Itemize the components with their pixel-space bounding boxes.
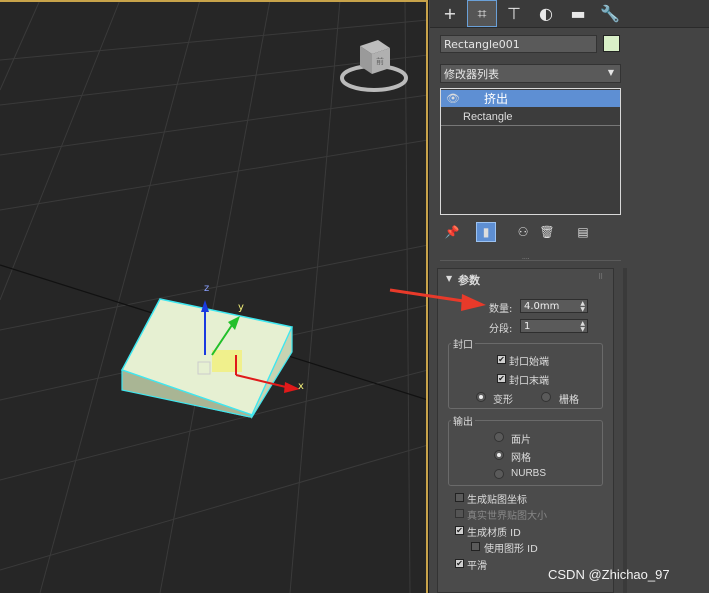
grid-radio[interactable] bbox=[541, 392, 551, 402]
real-world-checkbox[interactable] bbox=[455, 509, 464, 518]
remove-modifier-button[interactable]: 🗑 bbox=[537, 222, 557, 242]
nurbs-label: NURBS bbox=[511, 468, 547, 479]
object-color-swatch[interactable] bbox=[603, 35, 620, 52]
modify-icon: ⌗ bbox=[477, 3, 487, 23]
capping-group-title: 封口 bbox=[451, 336, 475, 351]
spinner-arrows-icon[interactable]: ▲ ▼ bbox=[580, 321, 585, 333]
gen-mapping-label: 生成贴图坐标 bbox=[467, 495, 527, 506]
output-group-title: 输出 bbox=[451, 413, 475, 428]
modifier-list-dropdown[interactable]: 修改器列表 ▼ bbox=[440, 64, 621, 83]
configure-modifier-sets-button[interactable]: ▤ bbox=[573, 222, 593, 242]
cap-end-checkbox[interactable]: ✔ bbox=[497, 374, 506, 383]
tab-modify[interactable]: ⌗ bbox=[467, 0, 497, 27]
segments-spinner[interactable]: 1 ▲ ▼ bbox=[520, 319, 588, 333]
cap-start-checkbox[interactable]: ✔ bbox=[497, 355, 506, 364]
tab-motion[interactable]: ◐ bbox=[531, 0, 561, 27]
axis-x-label: x bbox=[298, 381, 304, 392]
eye-icon[interactable]: 👁 bbox=[446, 92, 460, 105]
perspective-viewport[interactable]: z y x 前 bbox=[0, 0, 429, 593]
modifier-list-label: 修改器列表 bbox=[444, 67, 499, 81]
segments-value: 1 bbox=[524, 320, 531, 332]
rollout-collapse-icon[interactable]: ▼ bbox=[446, 274, 452, 283]
grid-label: 栅格 bbox=[559, 395, 579, 406]
make-unique-button[interactable]: ⚇ bbox=[513, 222, 533, 242]
modifier-stack: 👁 挤出 Rectangle bbox=[440, 88, 621, 215]
gen-mapping-checkbox[interactable] bbox=[455, 493, 464, 502]
configure-icon: ▤ bbox=[577, 225, 589, 239]
pin-icon: 📌 bbox=[444, 225, 460, 239]
real-world-label: 真实世界贴图大小 bbox=[467, 511, 547, 522]
motion-icon: ◐ bbox=[539, 4, 553, 23]
mesh-label: 网格 bbox=[511, 453, 531, 464]
utilities-icon: 🔧 bbox=[600, 4, 620, 23]
patch-label: 面片 bbox=[511, 435, 531, 446]
object-name-input[interactable]: Rectangle001 bbox=[440, 35, 597, 53]
mesh-radio[interactable] bbox=[494, 450, 504, 460]
modifier-stack-item-rectangle[interactable]: Rectangle bbox=[441, 108, 620, 126]
panel-resize-handle[interactable]: ···· bbox=[522, 257, 536, 263]
watermark: CSDN @Zhichao_97 bbox=[548, 567, 670, 582]
viewport-active-border-right bbox=[426, 0, 428, 593]
pin-stack-button[interactable]: 📌 bbox=[442, 222, 462, 242]
plus-icon: + bbox=[443, 4, 457, 23]
gen-mat-id-checkbox[interactable]: ✔ bbox=[455, 526, 464, 535]
rollout-title[interactable]: 参数 bbox=[458, 272, 480, 288]
viewcube-icon bbox=[340, 40, 408, 92]
modifier-stack-item-extrude[interactable]: 👁 挤出 bbox=[441, 90, 620, 107]
show-end-result-button[interactable]: ▮ bbox=[476, 222, 496, 242]
show-end-result-icon: ▮ bbox=[482, 225, 490, 239]
amount-label: 数量: bbox=[489, 304, 513, 315]
morph-radio[interactable] bbox=[476, 392, 486, 402]
make-unique-icon: ⚇ bbox=[517, 225, 529, 239]
use-shape-id-label: 使用图形 ID bbox=[484, 544, 538, 555]
amount-spinner[interactable]: 4.0mm ▲ ▼ bbox=[520, 299, 588, 313]
spinner-arrows-icon[interactable]: ▲ ▼ bbox=[580, 301, 585, 313]
tab-display[interactable]: ▬ bbox=[563, 0, 593, 27]
segments-label: 分段: bbox=[489, 324, 513, 335]
command-panel-tabs: + ⌗ ⊤ ◐ ▬ 🔧 bbox=[430, 0, 709, 28]
modifier-stack-item-label: 挤出 bbox=[484, 92, 509, 106]
amount-value: 4.0mm bbox=[524, 300, 560, 312]
patch-radio[interactable] bbox=[494, 432, 504, 442]
use-shape-id-checkbox[interactable] bbox=[471, 542, 480, 551]
modifier-stack-item-label: Rectangle bbox=[463, 110, 513, 123]
nurbs-radio[interactable] bbox=[494, 469, 504, 479]
axis-y-label: y bbox=[238, 302, 244, 313]
cap-end-label: 封口末端 bbox=[509, 376, 549, 387]
hierarchy-icon: ⊤ bbox=[507, 4, 521, 23]
parameters-rollout: ▼ 参数 ⠿ 数量: 4.0mm ▲ ▼ 分段: 1 ▲ ▼ 封口 ✔ 封口始端 ✔… bbox=[437, 268, 614, 593]
command-panel: + ⌗ ⊤ ◐ ▬ 🔧 Rectangle001 修改器列表 ▼ 👁 挤出 Re… bbox=[430, 0, 709, 593]
viewcube[interactable]: 前 bbox=[338, 34, 410, 96]
axis-z-label: z bbox=[204, 283, 210, 294]
display-icon: ▬ bbox=[570, 4, 586, 23]
tab-utilities[interactable]: 🔧 bbox=[595, 0, 625, 27]
smooth-label: 平滑 bbox=[467, 561, 487, 572]
cap-start-label: 封口始端 bbox=[509, 357, 549, 368]
tab-create[interactable]: + bbox=[435, 0, 465, 27]
viewport-active-border bbox=[0, 0, 427, 2]
panel-scrollbar[interactable] bbox=[623, 268, 627, 593]
rollout-drag-icon: ⠿ bbox=[598, 273, 604, 281]
gen-mat-id-label: 生成材质 ID bbox=[467, 528, 521, 539]
viewcube-face-label: 前 bbox=[376, 57, 384, 66]
morph-label: 变形 bbox=[493, 395, 513, 406]
smooth-checkbox[interactable]: ✔ bbox=[455, 559, 464, 568]
tab-hierarchy[interactable]: ⊤ bbox=[499, 0, 529, 27]
chevron-down-icon: ▼ bbox=[607, 68, 614, 77]
trash-icon: 🗑 bbox=[539, 225, 555, 239]
